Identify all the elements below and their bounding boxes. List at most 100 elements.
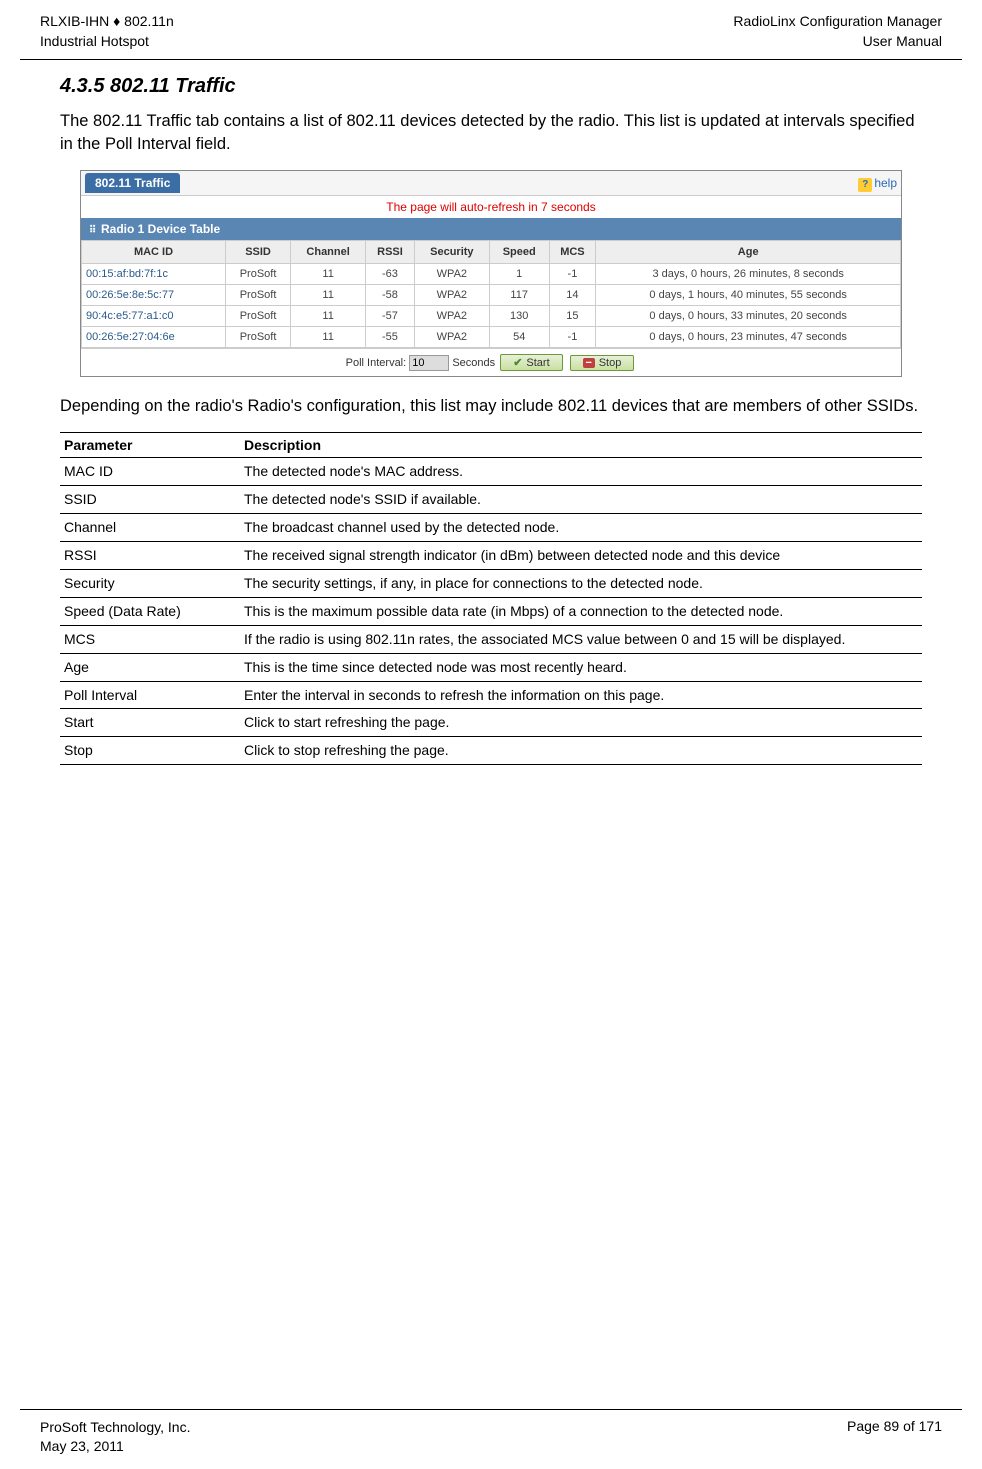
cell-speed: 1 <box>489 264 549 285</box>
table-row: 00:15:af:bd:7f:1c ProSoft 11 -63 WPA2 1 … <box>82 264 901 285</box>
start-button[interactable]: Start <box>500 354 562 371</box>
param-name: MCS <box>60 625 240 653</box>
cell-mcs: -1 <box>549 327 596 348</box>
cell-rssi: -63 <box>366 264 415 285</box>
traffic-figure: 802.11 Traffic ?help The page will auto-… <box>80 170 902 377</box>
refresh-message: The page will auto-refresh in 7 seconds <box>81 196 901 218</box>
cell-ssid: ProSoft <box>226 285 291 306</box>
footer-left: ProSoft Technology, Inc. May 23, 2011 <box>40 1418 190 1457</box>
drag-icon: ⠿ <box>89 225 97 236</box>
col-channel: Channel <box>291 241 366 264</box>
cell-security: WPA2 <box>414 264 489 285</box>
header-product: RLXIB-IHN ♦ 802.11n <box>40 12 174 32</box>
help-icon: ? <box>858 178 872 192</box>
cell-channel: 11 <box>291 264 366 285</box>
cell-rssi: -55 <box>366 327 415 348</box>
header-right: RadioLinx Configuration Manager User Man… <box>733 12 942 51</box>
cell-ssid: ProSoft <box>226 264 291 285</box>
header-subtitle: Industrial Hotspot <box>40 32 174 52</box>
cell-channel: 11 <box>291 285 366 306</box>
table-row: 00:26:5e:8e:5c:77 ProSoft 11 -58 WPA2 11… <box>82 285 901 306</box>
after-figure-text: Depending on the radio's Radio's configu… <box>60 395 922 418</box>
param-head-desc: Description <box>240 433 922 458</box>
param-name: SSID <box>60 486 240 514</box>
param-row: MCSIf the radio is using 802.11n rates, … <box>60 625 922 653</box>
device-table-title: ⠿ Radio 1 Device Table <box>81 218 901 240</box>
param-desc: This is the time since detected node was… <box>240 653 922 681</box>
cell-mcs: 14 <box>549 285 596 306</box>
param-desc: The detected node's SSID if available. <box>240 486 922 514</box>
cell-age: 0 days, 0 hours, 23 minutes, 47 seconds <box>596 327 901 348</box>
param-desc: The security settings, if any, in place … <box>240 570 922 598</box>
param-row: StartClick to start refreshing the page. <box>60 709 922 737</box>
col-ssid: SSID <box>226 241 291 264</box>
col-mcs: MCS <box>549 241 596 264</box>
param-name: Age <box>60 653 240 681</box>
footer-page: Page 89 of 171 <box>847 1418 942 1457</box>
param-row: AgeThis is the time since detected node … <box>60 653 922 681</box>
start-label: Start <box>526 357 549 369</box>
param-name: MAC ID <box>60 458 240 486</box>
header-app: RadioLinx Configuration Manager <box>733 12 942 32</box>
header-doc: User Manual <box>733 32 942 52</box>
param-desc: The broadcast channel used by the detect… <box>240 514 922 542</box>
param-row: Poll IntervalEnter the interval in secon… <box>60 681 922 709</box>
col-speed: Speed <box>489 241 549 264</box>
param-desc: Click to stop refreshing the page. <box>240 737 922 765</box>
param-name: RSSI <box>60 542 240 570</box>
cell-age: 3 days, 0 hours, 26 minutes, 8 seconds <box>596 264 901 285</box>
param-row: MAC IDThe detected node's MAC address. <box>60 458 922 486</box>
col-rssi: RSSI <box>366 241 415 264</box>
stop-label: Stop <box>599 357 622 369</box>
section-title: 4.3.5 802.11 Traffic <box>60 75 922 98</box>
page-footer: ProSoft Technology, Inc. May 23, 2011 Pa… <box>20 1409 962 1469</box>
param-row: StopClick to stop refreshing the page. <box>60 737 922 765</box>
cell-mac: 00:26:5e:27:04:6e <box>82 327 226 348</box>
cell-ssid: ProSoft <box>226 306 291 327</box>
cell-speed: 117 <box>489 285 549 306</box>
col-security: Security <box>414 241 489 264</box>
footer-company: ProSoft Technology, Inc. <box>40 1418 190 1438</box>
param-row: SecurityThe security settings, if any, i… <box>60 570 922 598</box>
cell-channel: 11 <box>291 327 366 348</box>
param-desc: Click to start refreshing the page. <box>240 709 922 737</box>
device-table-title-text: Radio 1 Device Table <box>101 222 220 236</box>
page-header: RLXIB-IHN ♦ 802.11n Industrial Hotspot R… <box>20 0 962 60</box>
tab-traffic[interactable]: 802.11 Traffic <box>85 173 180 193</box>
param-row: Speed (Data Rate)This is the maximum pos… <box>60 597 922 625</box>
cell-age: 0 days, 1 hours, 40 minutes, 55 seconds <box>596 285 901 306</box>
device-table: MAC ID SSID Channel RSSI Security Speed … <box>81 240 901 348</box>
table-row: 00:26:5e:27:04:6e ProSoft 11 -55 WPA2 54… <box>82 327 901 348</box>
param-desc: Enter the interval in seconds to refresh… <box>240 681 922 709</box>
poll-units: Seconds <box>452 357 495 369</box>
param-name: Stop <box>60 737 240 765</box>
parameter-table: Parameter Description MAC IDThe detected… <box>60 432 922 765</box>
cell-mac: 00:26:5e:8e:5c:77 <box>82 285 226 306</box>
param-name: Poll Interval <box>60 681 240 709</box>
cell-channel: 11 <box>291 306 366 327</box>
param-name: Security <box>60 570 240 598</box>
cell-mcs: -1 <box>549 264 596 285</box>
cell-age: 0 days, 0 hours, 33 minutes, 20 seconds <box>596 306 901 327</box>
table-row: 90:4c:e5:77:a1:c0 ProSoft 11 -57 WPA2 13… <box>82 306 901 327</box>
poll-row: Poll Interval: Seconds Start Stop <box>81 348 901 376</box>
cell-speed: 54 <box>489 327 549 348</box>
header-left: RLXIB-IHN ♦ 802.11n Industrial Hotspot <box>40 12 174 51</box>
stop-button[interactable]: Stop <box>570 355 635 371</box>
intro-text: The 802.11 Traffic tab contains a list o… <box>60 110 922 156</box>
cell-mac: 00:15:af:bd:7f:1c <box>82 264 226 285</box>
param-row: RSSIThe received signal strength indicat… <box>60 542 922 570</box>
help-link[interactable]: ?help <box>858 174 897 192</box>
footer-date: May 23, 2011 <box>40 1437 190 1457</box>
poll-input[interactable] <box>409 355 449 371</box>
cell-rssi: -57 <box>366 306 415 327</box>
poll-label: Poll Interval: <box>346 357 407 369</box>
cell-security: WPA2 <box>414 306 489 327</box>
param-desc: If the radio is using 802.11n rates, the… <box>240 625 922 653</box>
cell-rssi: -58 <box>366 285 415 306</box>
param-row: ChannelThe broadcast channel used by the… <box>60 514 922 542</box>
param-name: Channel <box>60 514 240 542</box>
help-label: help <box>874 176 897 190</box>
param-desc: The received signal strength indicator (… <box>240 542 922 570</box>
param-desc: The detected node's MAC address. <box>240 458 922 486</box>
